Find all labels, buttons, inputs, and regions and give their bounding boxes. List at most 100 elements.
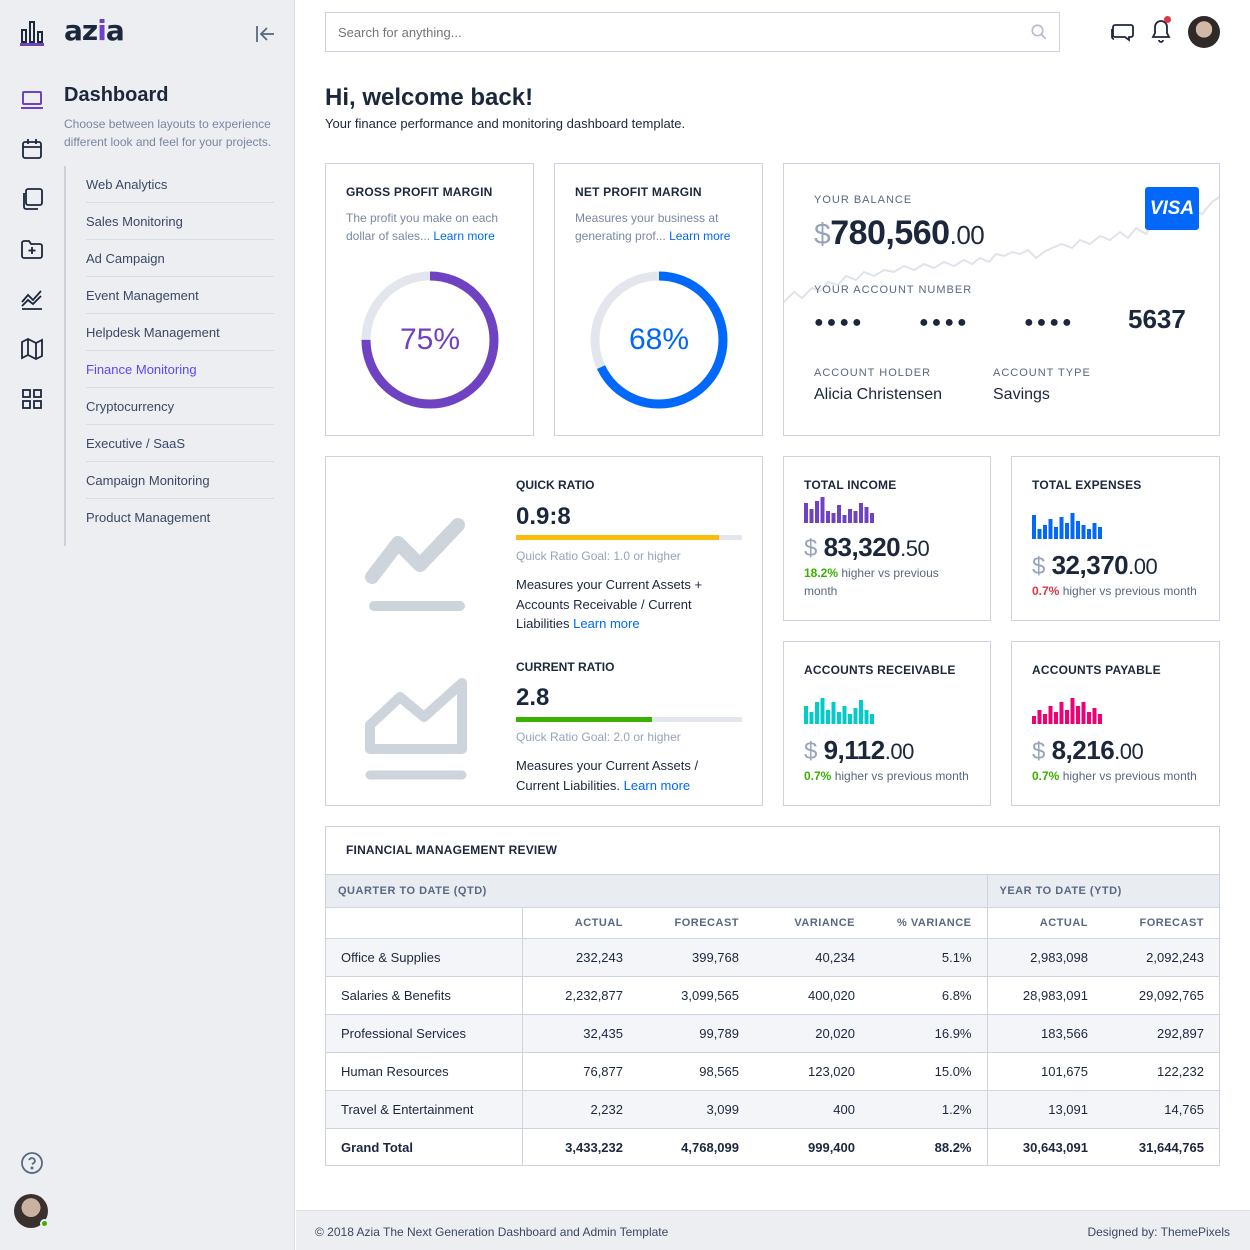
receivable-bar-sparkline — [804, 698, 874, 724]
nav-item-helpdesk-management[interactable]: Helpdesk Management — [86, 314, 274, 351]
sparkline-bar — [1098, 714, 1102, 724]
cell: 101,675 — [986, 1052, 1103, 1091]
calendar-icon[interactable] — [20, 137, 44, 161]
column-header: % VARIANCE — [870, 907, 987, 939]
nav-title: Dashboard — [64, 84, 169, 106]
sparkline-bar — [1043, 714, 1047, 724]
donut-value: 68% — [628, 323, 690, 356]
sparkline-bar — [1054, 712, 1058, 724]
current-ratio-value: 2.8 — [516, 684, 550, 711]
cell: 28,983,091 — [986, 976, 1103, 1015]
payable-change: 0.7% higher vs previous month — [1032, 769, 1197, 783]
row-label: Travel & Entertainment — [326, 1090, 522, 1129]
sparkline-bar — [820, 698, 825, 724]
search-icon[interactable] — [1030, 23, 1048, 41]
card-title: NET PROFIT MARGIN — [575, 185, 702, 199]
net-profit-card: NET PROFIT MARGIN Measures your business… — [554, 163, 763, 436]
nav-item-finance-monitoring[interactable]: Finance Monitoring — [86, 351, 274, 388]
card-title: GROSS PROFIT MARGIN — [346, 185, 493, 199]
sparkline-bar — [870, 714, 874, 724]
quick-ratio-progress — [516, 535, 742, 540]
group-qtd: QUARTER TO DATE (QTD) — [326, 874, 987, 908]
map-icon[interactable] — [20, 337, 44, 361]
current-ratio-title: CURRENT RATIO — [516, 660, 615, 674]
cell: 14,765 — [1103, 1090, 1219, 1129]
sparkline-bar — [837, 505, 841, 523]
quick-ratio-description: Measures your Current Assets + Accounts … — [516, 577, 703, 631]
sparkline-bar — [831, 702, 836, 724]
nav-item-product-management[interactable]: Product Management — [86, 499, 274, 536]
cell: 999,400 — [754, 1128, 870, 1165]
online-status-dot — [40, 1219, 49, 1228]
card-title: TOTAL EXPENSES — [1032, 478, 1142, 492]
sparkline-bar — [1037, 710, 1042, 724]
account-holder-value: Alicia Christensen — [814, 386, 943, 403]
table-row: Salaries & Benefits 2,232,877 3,099,565 … — [326, 976, 1219, 1015]
card-title: ACCOUNTS PAYABLE — [1032, 663, 1161, 677]
sidebar: azia Dashboard Choose between layouts to… — [0, 0, 295, 1250]
card-title: TOTAL INCOME — [804, 478, 897, 492]
laptop-icon[interactable] — [20, 88, 44, 112]
search-input[interactable] — [325, 12, 1060, 52]
sparkline-bar — [831, 513, 836, 523]
cell: 3,099 — [638, 1090, 754, 1129]
cell: 99,789 — [638, 1014, 754, 1053]
account-type-label: ACCOUNT TYPE — [993, 367, 1091, 379]
cell: 5.1% — [870, 938, 987, 977]
notification-badge — [1164, 16, 1171, 23]
sparkline-bar — [1081, 702, 1086, 724]
footer: © 2018 Azia The Next Generation Dashboar… — [296, 1210, 1250, 1250]
cell: 399,768 — [638, 938, 754, 977]
footer-copyright: © 2018 Azia The Next Generation Dashboar… — [315, 1225, 669, 1239]
collapse-sidebar-icon[interactable] — [253, 22, 277, 46]
cell: 123,020 — [754, 1052, 870, 1091]
nav-item-web-analytics[interactable]: Web Analytics — [86, 166, 274, 203]
payable-bar-sparkline — [1032, 698, 1102, 724]
column-header: FORECAST — [1103, 907, 1219, 939]
nav-item-ad-campaign[interactable]: Ad Campaign — [86, 240, 274, 277]
balance-amount: $780,560.00 — [814, 214, 985, 252]
nav-item-campaign-monitoring[interactable]: Campaign Monitoring — [86, 462, 274, 499]
sparkline-bar — [1070, 698, 1075, 724]
column-header: ACTUAL — [521, 907, 638, 939]
grid-icon[interactable] — [20, 387, 44, 411]
nav-item-executive-saas[interactable]: Executive / SaaS — [86, 425, 274, 462]
learn-more-link[interactable]: Learn more — [573, 616, 639, 631]
sparkline-bar — [870, 513, 874, 523]
help-icon[interactable] — [20, 1151, 44, 1175]
layers-icon[interactable] — [20, 187, 44, 211]
area-chart-illustration-icon — [365, 678, 467, 780]
table-row: Office & Supplies 232,243 399,768 40,234… — [326, 938, 1219, 977]
learn-more-link[interactable]: Learn more — [433, 229, 494, 243]
sparkline-bar — [1054, 527, 1058, 539]
cell: 2,092,243 — [1103, 938, 1219, 977]
sparkline-bar — [1065, 710, 1069, 724]
ratios-card: QUICK RATIO 0.9:8 Quick Ratio Goal: 1.0 … — [325, 456, 763, 806]
sparkline-bar — [848, 509, 852, 523]
folder-plus-icon[interactable] — [20, 237, 44, 261]
header-avatar[interactable] — [1188, 16, 1220, 48]
row-label: Professional Services — [326, 1014, 522, 1053]
sparkline-bar — [1032, 716, 1036, 724]
learn-more-link[interactable]: Learn more — [669, 229, 730, 243]
gross-profit-card: GROSS PROFIT MARGIN The profit you make … — [325, 163, 534, 436]
sparkline-bar — [842, 515, 847, 523]
nav-panel: Dashboard Choose between layouts to expe… — [64, 84, 284, 151]
activity-icon[interactable] — [20, 287, 44, 311]
sparkline-bar — [1081, 525, 1086, 539]
net-donut: 68% — [587, 268, 731, 412]
sparkline-bar — [1076, 521, 1080, 539]
cell: 30,643,091 — [986, 1128, 1103, 1165]
learn-more-link[interactable]: Learn more — [624, 778, 690, 793]
brand-logo[interactable]: azia — [64, 14, 125, 47]
nav-item-sales-monitoring[interactable]: Sales Monitoring — [86, 203, 274, 240]
chat-icon[interactable] — [1109, 20, 1135, 44]
page-title: Hi, welcome back! — [325, 84, 534, 111]
nav-item-cryptocurrency[interactable]: Cryptocurrency — [86, 388, 274, 425]
nav-item-event-management[interactable]: Event Management — [86, 277, 274, 314]
financial-review-card: FINANCIAL MANAGEMENT REVIEW QUARTER TO D… — [325, 826, 1220, 1166]
sidebar-avatar[interactable] — [14, 1194, 49, 1228]
cell: 183,566 — [986, 1014, 1103, 1053]
visa-card-logo: VISA — [1145, 187, 1199, 230]
sparkline-bar — [1043, 525, 1047, 539]
